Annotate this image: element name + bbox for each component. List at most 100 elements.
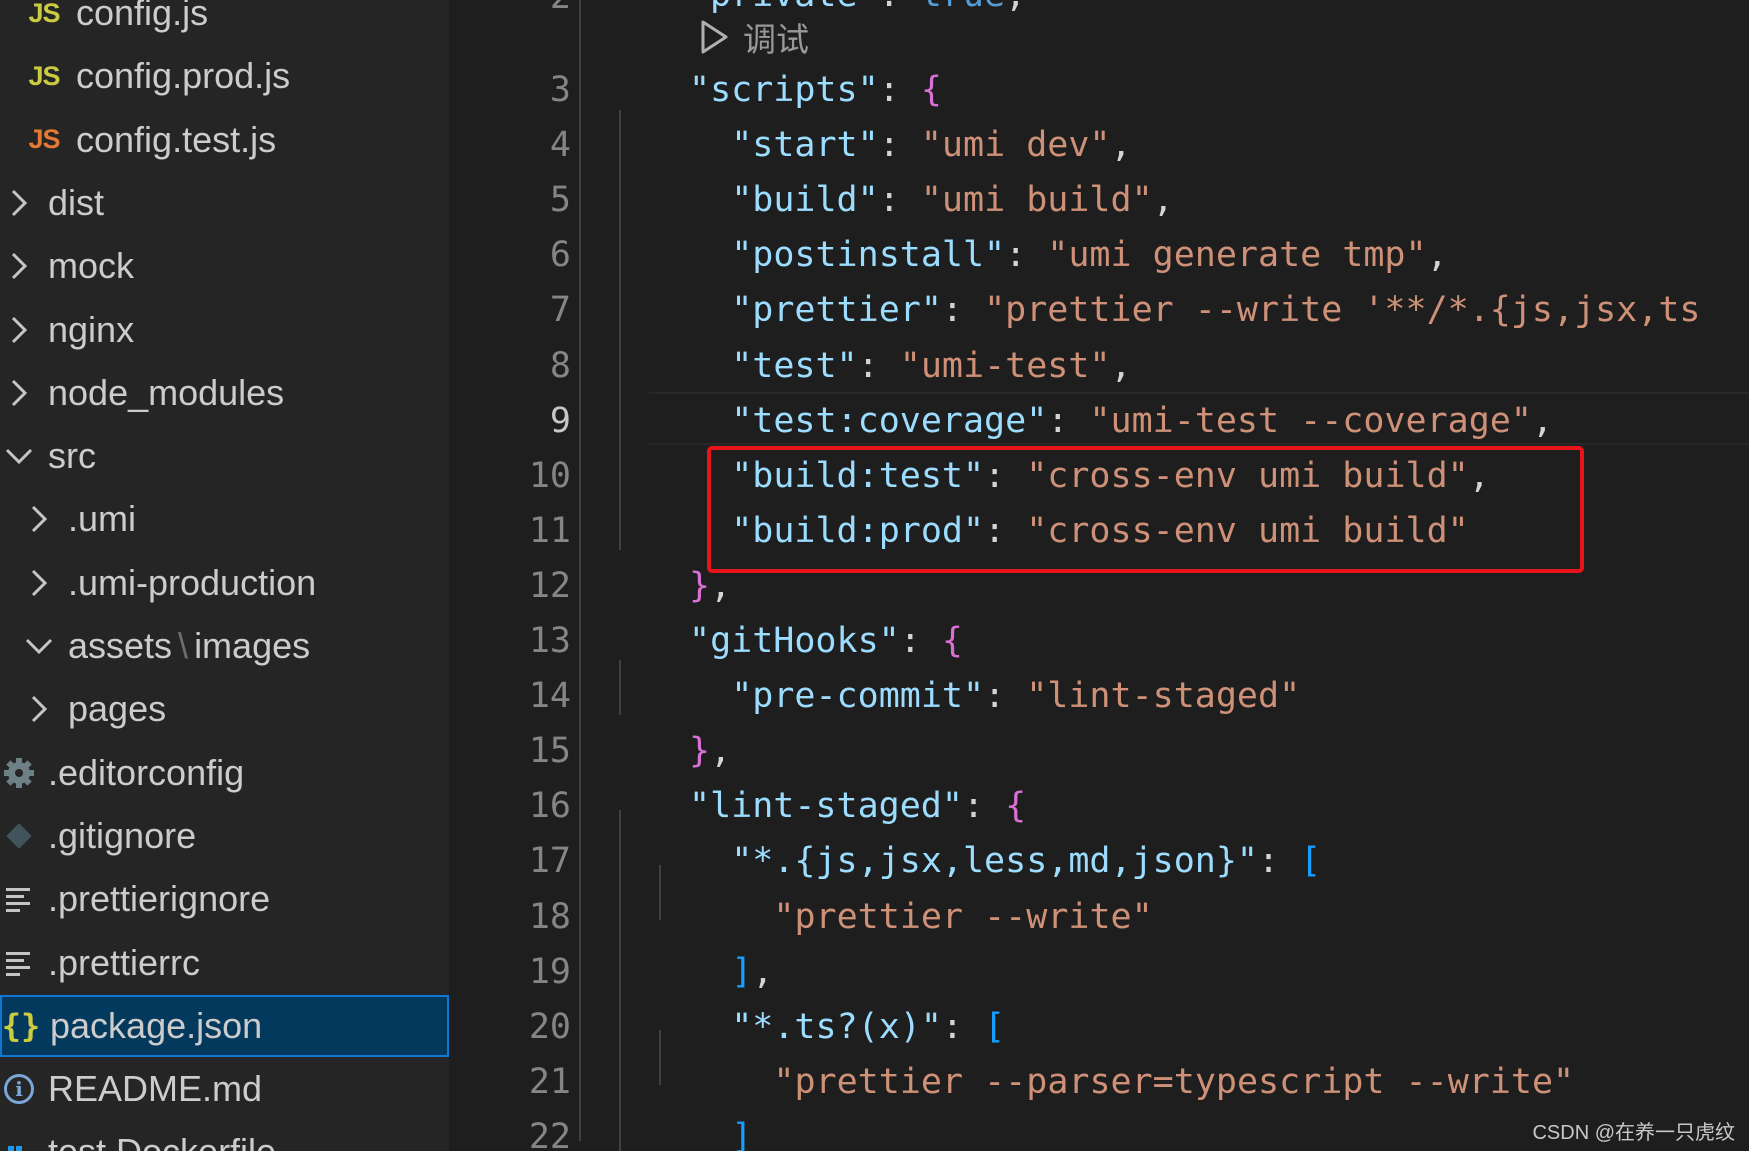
line-number: 4 [549, 125, 571, 166]
punctuation: , [710, 565, 732, 606]
explorer-item-label: config.test.js [76, 118, 277, 160]
chevron-down-icon[interactable] [0, 436, 38, 476]
code-line-9[interactable]: "test:coverage": "umi-test --coverage", [731, 394, 1553, 449]
chevron-right-icon[interactable] [0, 246, 38, 286]
explorer-item-label: mock [48, 245, 135, 287]
json-string: "prettier --write" [773, 896, 1153, 937]
code-line-10[interactable]: "build:test": "cross-env umi build", [731, 449, 1490, 504]
explorer-item-dist[interactable]: dist [0, 172, 449, 234]
explorer-item-readme-md[interactable]: i README.md [0, 1058, 449, 1120]
explorer-item-src[interactable]: src [0, 425, 449, 487]
code-line-21[interactable]: "prettier --parser=typescript --write" [773, 1055, 1574, 1110]
punctuation: : [1257, 841, 1301, 882]
indent-guide [619, 110, 621, 550]
json-key: "build:test" [731, 455, 985, 496]
explorer-item-label: .prettierrc [48, 941, 201, 983]
json-string: "umi generate tmp" [1047, 235, 1427, 276]
line-number: 8 [549, 345, 571, 386]
code-line-8[interactable]: "test": "umi-test", [731, 339, 1131, 394]
code-line-4[interactable]: "start": "umi dev", [731, 118, 1131, 173]
code-line-6[interactable]: "postinstall": "umi generate tmp", [731, 228, 1447, 283]
explorer-item-prettierrc[interactable]: .prettierrc [0, 932, 449, 994]
code-line-16[interactable]: "lint-staged": { [689, 779, 1026, 834]
bracket: } [689, 565, 711, 606]
code-editor[interactable]: 调试 2 "private": true,3"scripts": {4"star… [449, 0, 1749, 1151]
code-line-19[interactable]: ], [731, 945, 773, 1000]
chevron-right-icon[interactable] [20, 563, 58, 603]
json-key: "*.{js,jsx,less,md,json}" [731, 841, 1258, 882]
explorer-item-umi-production[interactable]: .umi-production [0, 552, 449, 614]
line-number: 10 [528, 455, 571, 496]
chevron-right-icon[interactable] [0, 373, 38, 413]
json-string: "cross-env umi build" [1026, 455, 1469, 496]
explorer-item-config-js[interactable]: JS config.js [0, 0, 449, 44]
code-line-12[interactable]: }, [689, 559, 731, 614]
info-icon: i [0, 1069, 38, 1109]
lines-icon [0, 879, 38, 919]
code-line-20[interactable]: "*.ts?(x)": [ [731, 1000, 1005, 1055]
bracket: { [1005, 786, 1027, 827]
punctuation: : [984, 455, 1027, 496]
line-number: 5 [549, 180, 571, 221]
code-line-18[interactable]: "prettier --write" [773, 890, 1152, 945]
explorer-item-config-test-js[interactable]: JS config.test.js [0, 109, 449, 171]
code-line-22[interactable]: ] [731, 1110, 752, 1151]
punctuation: : [878, 70, 921, 110]
line-number: 18 [528, 896, 571, 937]
js-file-icon: JS [28, 60, 60, 91]
explorer-item-editorconfig[interactable]: .editorconfig [0, 742, 449, 804]
explorer-item-label: test.Dockerfile [48, 1121, 276, 1151]
code-line-partial[interactable]: "private": true, [647, 0, 1026, 23]
code-line-17[interactable]: "*.{js,jsx,less,md,json}": [ [731, 834, 1321, 889]
code-line-5[interactable]: "build": "umi build", [731, 173, 1174, 228]
explorer-item-package-json[interactable]: {} package.json [0, 994, 449, 1057]
punctuation: , [1110, 345, 1132, 386]
explorer-item-label: .gitignore [48, 814, 197, 856]
line-number: 14 [528, 676, 571, 717]
explorer-item-assets[interactable]: assets \ images [0, 615, 449, 677]
line-number: 16 [528, 786, 571, 827]
explorer-item-node-modules[interactable]: node_modules [0, 362, 449, 424]
chevron-right-icon[interactable] [0, 310, 38, 350]
explorer-item-nginx[interactable]: nginx [0, 299, 449, 361]
json-string: "umi-test --coverage" [1089, 400, 1532, 441]
line-number: 22 [528, 1116, 571, 1151]
json-string: "umi build" [920, 180, 1153, 221]
punctuation: : [984, 510, 1027, 551]
code-line-3[interactable]: "scripts": { [689, 63, 942, 118]
explorer-item-config-prod-js[interactable]: JS config.prod.js [0, 45, 449, 107]
indent-guide [659, 1030, 661, 1085]
line-number: 3 [549, 70, 571, 110]
json-key: "postinstall" [731, 235, 1006, 276]
gear-icon [0, 753, 38, 793]
bracket: { [920, 70, 942, 110]
line-number: 12 [528, 565, 571, 606]
bracket: } [689, 731, 711, 772]
json-key: "lint-staged" [689, 786, 963, 827]
explorer-item-gitignore[interactable]: .gitignore [0, 805, 449, 867]
explorer-item-umi[interactable]: .umi [0, 488, 449, 550]
explorer-item-label-compact: images [194, 625, 311, 666]
json-key: "build" [731, 180, 879, 221]
explorer-item-prettierignore[interactable]: .prettierignore [0, 868, 449, 930]
line-number: 17 [528, 841, 571, 882]
indent-guide [619, 810, 621, 1151]
code-line-7[interactable]: "prettier": "prettier --write '**/*.{js,… [731, 283, 1700, 338]
chevron-right-icon[interactable] [20, 689, 58, 729]
explorer-item-test-dockerfile[interactable]: test.Dockerfile [0, 1121, 449, 1151]
punctuation: , [1468, 455, 1490, 496]
code-line-13[interactable]: "gitHooks": { [689, 614, 963, 669]
explorer-item-mock[interactable]: mock [0, 235, 449, 297]
code-line-15[interactable]: }, [689, 724, 731, 779]
chevron-right-icon[interactable] [0, 183, 38, 223]
punctuation: , [710, 731, 732, 772]
docker-icon [0, 1132, 38, 1151]
code-line-11[interactable]: "build:prod": "cross-env umi build" [731, 504, 1469, 559]
chevron-right-icon[interactable] [20, 499, 58, 539]
explorer-item-pages[interactable]: pages [0, 678, 449, 740]
chevron-down-icon[interactable] [20, 626, 58, 666]
punctuation: : [962, 786, 1006, 827]
indent-guide [619, 660, 621, 715]
code-line-14[interactable]: "pre-commit": "lint-staged" [731, 669, 1300, 724]
json-string: "prettier --parser=typescript --write" [773, 1061, 1575, 1102]
